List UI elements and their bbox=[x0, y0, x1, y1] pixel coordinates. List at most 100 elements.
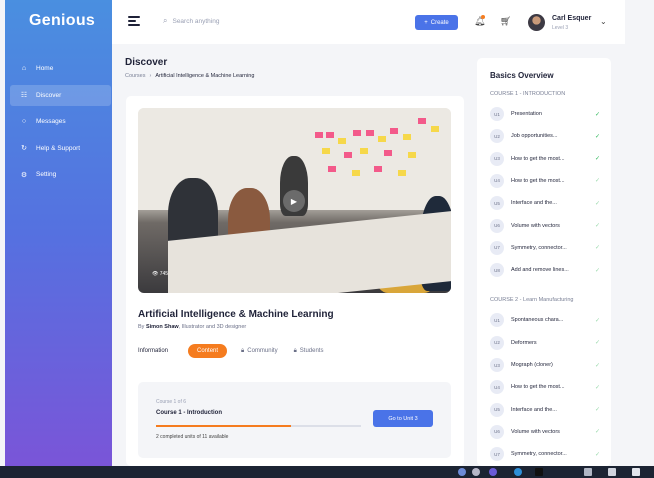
lesson-item[interactable]: U4 How to get the most... ✓ bbox=[490, 380, 600, 395]
lesson-item[interactable]: U5 Interface and the... ✓ bbox=[490, 196, 600, 211]
progress-bar bbox=[156, 425, 361, 427]
taskbar-app-icon[interactable] bbox=[489, 468, 497, 476]
tab-community[interactable]: 🔒︎ Community bbox=[241, 348, 278, 355]
taskbar-app-icon[interactable] bbox=[472, 468, 480, 476]
user-name[interactable]: Carl Esquer bbox=[552, 15, 591, 22]
course-tabs: Information Content 🔒︎ Community 🔒︎ Students bbox=[138, 344, 339, 358]
messages-icon: ○ bbox=[21, 118, 27, 125]
lesson-name: Volume with vectors bbox=[511, 428, 560, 435]
author-role: , Illustrator and 3D designer bbox=[178, 324, 247, 330]
lesson-name: Interface and the... bbox=[511, 200, 557, 207]
tab-label: Community bbox=[247, 348, 278, 354]
play-icon[interactable]: ▶ bbox=[283, 190, 305, 212]
search-placeholder: Search anything bbox=[172, 17, 220, 25]
lesson-badge: U2 bbox=[490, 129, 504, 144]
lesson-badge: U3 bbox=[490, 358, 504, 372]
breadcrumb-item-courses[interactable]: Courses bbox=[125, 73, 145, 79]
lesson-name: Deformers bbox=[511, 339, 537, 346]
sidebar-item-label: Messages bbox=[36, 118, 66, 125]
sidebar-item-help-support[interactable]: ↻ Help & Support bbox=[10, 138, 111, 159]
page-title: Discover bbox=[125, 57, 168, 68]
go-to-unit-button[interactable]: Go to Unit 3 bbox=[373, 410, 433, 427]
lock-icon: 🔒︎ bbox=[241, 347, 245, 354]
tab-information[interactable]: Information bbox=[138, 348, 168, 354]
tab-students[interactable]: 🔒︎ Students bbox=[294, 348, 324, 355]
lesson-item[interactable]: U1 Presentation ✓ bbox=[490, 107, 600, 121]
taskbar-app-icon[interactable] bbox=[535, 468, 543, 476]
check-icon: ✓ bbox=[594, 317, 600, 324]
lesson-item[interactable]: U2 Deformers ✓ bbox=[490, 335, 600, 350]
help-icon: ↻ bbox=[21, 145, 27, 152]
course-card: ▶ 👁︎ 745 Artificial Intelligence & Machi… bbox=[126, 96, 464, 466]
course-author: By Simon Shaw, Illustrator and 3D design… bbox=[138, 324, 246, 330]
lesson-item[interactable]: U3 Mograph (cloner) ✓ bbox=[490, 358, 600, 372]
search-icon: ⌕ bbox=[163, 16, 168, 25]
course-video[interactable]: ▶ 👁︎ 745 bbox=[138, 108, 451, 293]
author-name[interactable]: Simon Shaw bbox=[146, 324, 179, 330]
progress-note: 2 completed units of 11 available bbox=[156, 434, 229, 440]
lesson-item[interactable]: U3 How to get the most... ✓ bbox=[490, 151, 600, 166]
lesson-badge: U6 bbox=[490, 218, 504, 233]
lesson-badge: U7 bbox=[490, 240, 504, 255]
sidebar-nav: ⌂ Home ☷ Discover ○ Messages ↻ Help & Support ⚙ S… bbox=[10, 58, 111, 191]
lesson-badge: U7 bbox=[490, 447, 504, 462]
unit-title: Course 1 - Introduction bbox=[156, 410, 222, 416]
avatar[interactable] bbox=[528, 14, 545, 31]
taskbar-app-icon[interactable] bbox=[608, 468, 616, 476]
check-icon: ✓ bbox=[594, 362, 600, 369]
cart-icon[interactable]: 🛒︎ bbox=[500, 16, 511, 27]
tab-content[interactable]: Content bbox=[188, 344, 228, 358]
check-icon: ✓ bbox=[594, 451, 600, 458]
sidebar-item-home[interactable]: ⌂ Home bbox=[10, 58, 111, 79]
lesson-name: Symmetry, connector... bbox=[511, 451, 567, 458]
lesson-item[interactable]: U1 Spontaneous chara... ✓ bbox=[490, 313, 600, 328]
lesson-item[interactable]: U4 How to get the most... ✓ bbox=[490, 173, 600, 188]
sidebar-item-label: Help & Support bbox=[36, 144, 81, 152]
sidebar: Genious ⌂ Home ☷ Discover ○ Messages ↻ Help & S… bbox=[5, 0, 112, 466]
menu-toggle-icon[interactable] bbox=[128, 16, 140, 27]
search-input[interactable]: ⌕ Search anything bbox=[163, 16, 219, 26]
lesson-badge: U6 bbox=[490, 424, 504, 439]
taskbar-app-icon[interactable] bbox=[584, 468, 592, 476]
sidebar-item-label: Home bbox=[36, 65, 54, 72]
create-button[interactable]: + Create bbox=[415, 15, 458, 30]
taskbar-app-icon[interactable] bbox=[632, 468, 640, 476]
create-button-label: Create bbox=[430, 19, 449, 26]
lesson-badge: U3 bbox=[490, 151, 504, 166]
check-icon: ✓ bbox=[594, 245, 600, 252]
lesson-name: Interface and the... bbox=[511, 406, 557, 413]
lock-icon: 🔒︎ bbox=[293, 347, 297, 354]
chevron-down-icon[interactable]: ⌄ bbox=[600, 17, 607, 26]
lesson-item[interactable]: U5 Interface and the... ✓ bbox=[490, 402, 600, 417]
author-prefix: By bbox=[138, 324, 145, 330]
lesson-item[interactable]: U2 Job opportunities... ✓ bbox=[490, 129, 600, 144]
sidebar-item-discover[interactable]: ☷ Discover bbox=[10, 84, 111, 106]
settings-icon: ⚙ bbox=[20, 171, 28, 179]
app-logo[interactable]: Genious bbox=[29, 12, 95, 30]
lesson-item[interactable]: U6 Volume with vectors ✓ bbox=[490, 424, 600, 439]
lesson-item[interactable]: U7 Symmetry, connector... ✓ bbox=[490, 240, 600, 255]
lesson-badge: U1 bbox=[490, 107, 504, 121]
course-progress-box: Course 1 of 6 Course 1 - Introduction 2 … bbox=[138, 382, 451, 458]
home-icon: ⌂ bbox=[21, 65, 27, 72]
lesson-item[interactable]: U8 Add and remove lines... ✓ bbox=[490, 263, 600, 278]
video-views: 👁︎ 745 bbox=[152, 271, 169, 277]
lesson-badge: U8 bbox=[490, 263, 504, 278]
taskbar-app-icon[interactable] bbox=[458, 468, 466, 476]
basics-overview-panel: Basics Overview COURSE 1 - INTRODUCTION U… bbox=[477, 58, 611, 466]
lesson-item[interactable]: U7 Symmetry, connector... ✓ bbox=[490, 447, 600, 462]
taskbar-app-icon[interactable] bbox=[514, 468, 522, 476]
check-icon: ✓ bbox=[594, 340, 600, 347]
tab-label: Content bbox=[197, 348, 219, 354]
sidebar-item-setting[interactable]: ⚙ Setting bbox=[10, 164, 111, 185]
sidebar-item-messages[interactable]: ○ Messages bbox=[10, 111, 111, 132]
check-icon: ✓ bbox=[594, 133, 600, 140]
lesson-item[interactable]: U6 Volume with vectors ✓ bbox=[490, 218, 600, 233]
breadcrumb-separator: › bbox=[149, 73, 152, 79]
course-section-heading: COURSE 2 - Learn Manufacturing bbox=[490, 297, 574, 304]
check-icon: ✓ bbox=[594, 178, 600, 185]
lesson-name: Job opportunities... bbox=[511, 133, 558, 140]
top-bar: ⌕ Search anything + Create 🔔︎ 🛒︎ Carl Es… bbox=[112, 0, 625, 44]
check-icon: ✓ bbox=[594, 111, 600, 118]
lesson-badge: U4 bbox=[490, 380, 504, 395]
